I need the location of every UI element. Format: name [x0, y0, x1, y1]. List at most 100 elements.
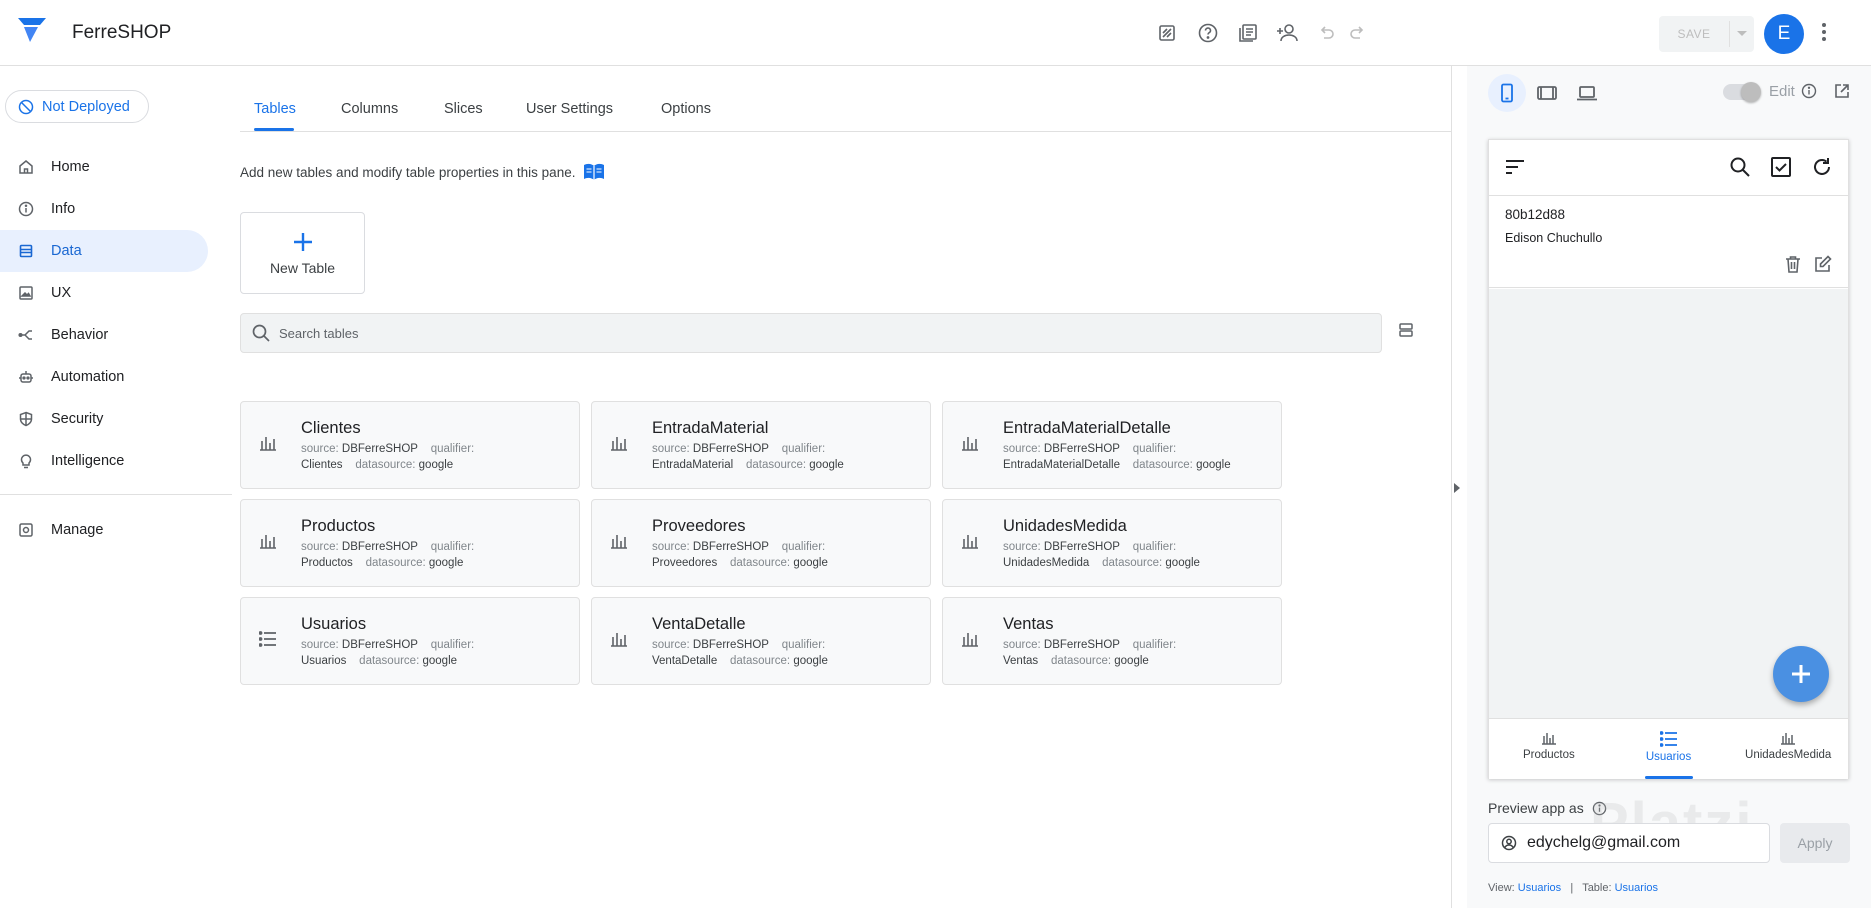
edit-icon[interactable] [1814, 255, 1832, 273]
table-card[interactable]: Usuarios source: DBFerreSHOP qualifier: Us… [240, 597, 580, 685]
list-view-toggle-icon[interactable] [1398, 322, 1414, 338]
datasource-key: datasource: [365, 557, 426, 569]
intro-text: Add new tables and modify table properti… [240, 164, 576, 180]
chart-icon [610, 533, 628, 549]
chart-icon [259, 435, 277, 451]
sidebar-item-data[interactable]: Data [0, 230, 208, 272]
table-qualifier: EntradaMaterial [652, 459, 734, 471]
phone-app-bar [1489, 140, 1848, 196]
deploy-status-chip[interactable]: Not Deployed [5, 90, 149, 123]
table-card[interactable]: EntradaMaterialDetalle source: DBFerreSHO… [942, 401, 1282, 489]
table-name: EntradaMaterialDetalle [1003, 419, 1171, 437]
apply-button[interactable]: Apply [1780, 823, 1850, 863]
desktop-device-icon[interactable] [1568, 74, 1606, 112]
table-link[interactable]: Usuarios [1615, 882, 1658, 894]
redo-icon[interactable] [1344, 19, 1372, 47]
table-card[interactable]: UnidadesMedida source: DBFerreSHOP qualif… [942, 499, 1282, 587]
bottom-nav-usuarios[interactable]: Usuarios [1609, 719, 1729, 779]
datasource-key: datasource: [1102, 557, 1163, 569]
search-icon[interactable] [1729, 156, 1751, 178]
select-checkbox-icon[interactable] [1770, 156, 1792, 178]
table-source: DBFerreSHOP [341, 639, 418, 651]
sidebar-item-behavior[interactable]: Behavior [0, 314, 232, 356]
help-icon[interactable] [1194, 19, 1222, 47]
qualifier-key: qualifier: [781, 443, 826, 455]
tab-user-settings[interactable]: User Settings [526, 101, 613, 117]
active-tab-indicator [254, 128, 294, 131]
save-button[interactable]: SAVE [1659, 16, 1754, 52]
table-qualifier: Ventas [1003, 655, 1039, 667]
sidebar-item-ux[interactable]: UX [0, 272, 232, 314]
table-card[interactable]: Productos source: DBFerreSHOP qualifier: P… [240, 499, 580, 587]
info-icon[interactable] [1801, 83, 1817, 99]
source-key: source: [1003, 541, 1041, 553]
new-table-button[interactable]: New Table [240, 212, 365, 294]
delete-icon[interactable] [1785, 255, 1801, 273]
editor-layout-icon[interactable] [1153, 19, 1181, 47]
sort-icon[interactable] [1505, 158, 1525, 176]
open-in-new-icon[interactable] [1833, 82, 1851, 100]
sidebar-item-home[interactable]: Home [0, 146, 232, 188]
collapse-panel-icon[interactable] [1452, 482, 1462, 494]
app-logo-icon[interactable] [18, 18, 46, 42]
table-card[interactable]: VentaDetalle source: DBFerreSHOP qualifie… [591, 597, 931, 685]
table-qualifier-line: Clientes datasource: google [301, 459, 453, 471]
table-qualifier-line: Productos datasource: google [301, 557, 463, 569]
sidebar-divider [0, 494, 232, 495]
tab-columns[interactable]: Columns [341, 101, 398, 117]
avatar[interactable]: E [1764, 14, 1804, 54]
preview-email-field[interactable]: edychelg@gmail.com [1488, 823, 1770, 863]
sidebar-nav: Home Info Data UX Behavior Automation Se… [0, 146, 232, 551]
tab-options[interactable]: Options [661, 101, 711, 117]
refresh-icon[interactable] [1811, 156, 1833, 178]
bottom-nav-productos[interactable]: Productos [1489, 719, 1609, 779]
tab-slices[interactable]: Slices [444, 101, 483, 117]
more-vert-icon[interactable] [1820, 20, 1828, 44]
table-source: DBFerreSHOP [341, 443, 418, 455]
tab-tables[interactable]: Tables [254, 101, 296, 117]
datasource-key: datasource: [355, 459, 416, 471]
record-name: Edison Chuchullo [1505, 231, 1603, 245]
list-item[interactable]: 80b12d88 Edison Chuchullo [1489, 197, 1848, 288]
table-source: DBFerreSHOP [692, 541, 769, 553]
book-icon[interactable] [583, 163, 605, 181]
table-source: DBFerreSHOP [341, 541, 418, 553]
docs-icon[interactable] [1234, 19, 1262, 47]
undo-icon[interactable] [1312, 19, 1340, 47]
share-add-person-icon[interactable] [1274, 19, 1302, 47]
datasource-key: datasource: [730, 557, 791, 569]
table-source: DBFerreSHOP [692, 443, 769, 455]
table-card[interactable]: Proveedores source: DBFerreSHOP qualifier… [591, 499, 931, 587]
chevron-down-icon[interactable] [1730, 31, 1754, 37]
source-key: source: [1003, 639, 1041, 651]
sidebar-item-security[interactable]: Security [0, 398, 232, 440]
search-input[interactable] [279, 325, 1279, 341]
table-source-line: source: DBFerreSHOP qualifier: [652, 541, 825, 553]
source-key: source: [652, 443, 690, 455]
qualifier-key: qualifier: [430, 443, 475, 455]
table-source-line: source: DBFerreSHOP qualifier: [652, 443, 825, 455]
list-icon [1659, 731, 1678, 747]
table-label: Table: [1582, 882, 1612, 894]
table-card[interactable]: EntradaMaterial source: DBFerreSHOP quali… [591, 401, 931, 489]
view-link[interactable]: Usuarios [1518, 882, 1561, 894]
record-id: 80b12d88 [1505, 207, 1566, 222]
table-card[interactable]: Clientes source: DBFerreSHOP qualifier: Cl… [240, 401, 580, 489]
qualifier-key: qualifier: [430, 639, 475, 651]
phone-bottom-nav: Productos Usuarios UnidadesMedida [1489, 718, 1848, 779]
mobile-device-icon[interactable] [1488, 74, 1526, 112]
edit-mode-toggle[interactable] [1723, 82, 1761, 102]
sidebar-item-manage[interactable]: Manage [0, 509, 232, 551]
table-qualifier: Clientes [301, 459, 343, 471]
bottom-nav-unidadesmedida[interactable]: UnidadesMedida [1728, 719, 1848, 779]
table-datasource: google [1196, 459, 1231, 471]
sidebar-item-label: UX [51, 285, 72, 301]
add-record-button[interactable] [1773, 646, 1829, 702]
sidebar-item-label: Automation [51, 369, 125, 385]
tablet-device-icon[interactable] [1528, 74, 1566, 112]
sidebar-item-info[interactable]: Info [0, 188, 232, 230]
sidebar-item-automation[interactable]: Automation [0, 356, 232, 398]
view-table-info: View: Usuarios | Table: Usuarios [1488, 882, 1658, 894]
sidebar-item-intelligence[interactable]: Intelligence [0, 440, 232, 482]
table-card[interactable]: Ventas source: DBFerreSHOP qualifier: Vent… [942, 597, 1282, 685]
